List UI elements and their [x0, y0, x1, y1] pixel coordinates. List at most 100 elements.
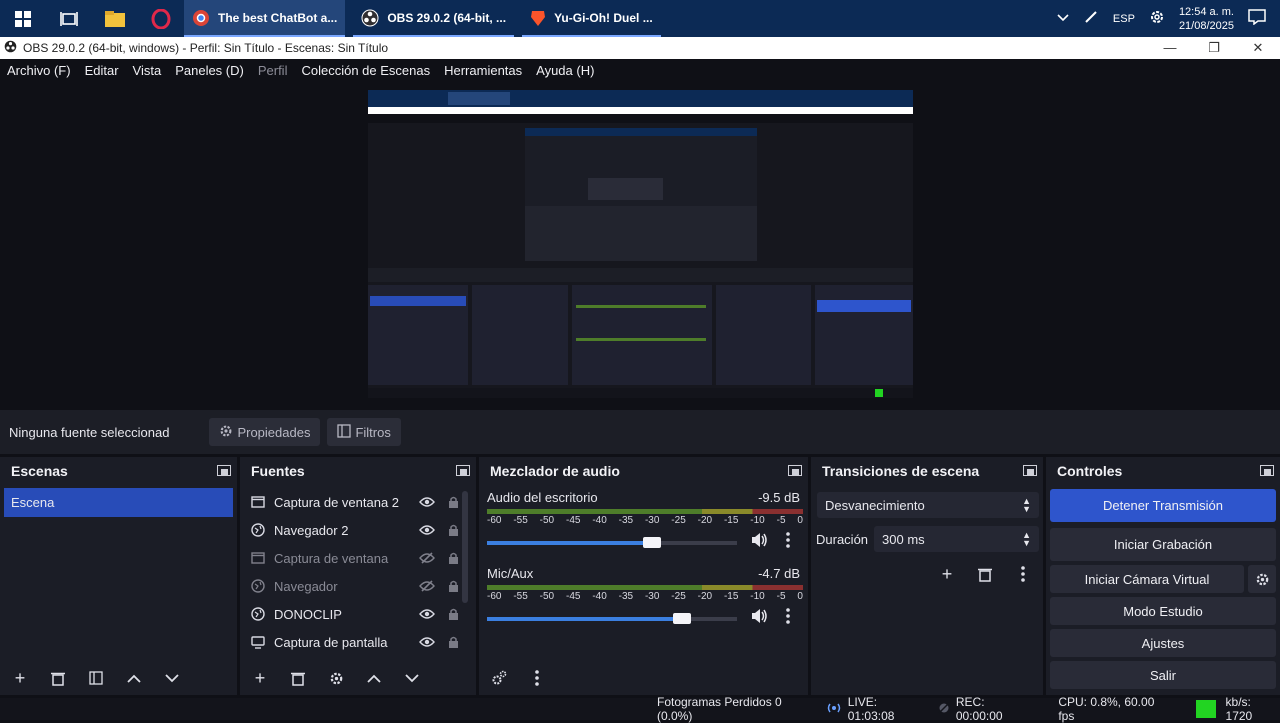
windows-start-icon[interactable] — [0, 0, 46, 37]
windows-taskbar: The best ChatBot a... OBS 29.0.2 (64-bit… — [0, 0, 1280, 37]
taskbar-task-chatbot[interactable]: The best ChatBot a... — [184, 0, 346, 37]
studio-mode-button[interactable]: Modo Estudio — [1050, 597, 1276, 625]
add-transition-button[interactable]: + — [933, 561, 961, 587]
display-capture-icon — [250, 635, 266, 649]
menu-editar[interactable]: Editar — [85, 63, 119, 78]
lock-icon[interactable] — [440, 636, 466, 649]
preview-canvas[interactable] — [368, 90, 913, 398]
spinner-icon[interactable]: ▲ ▼ — [1022, 531, 1031, 548]
undock-icon[interactable] — [1023, 465, 1037, 476]
meter-tick-label: -5 — [776, 515, 786, 526]
source-item-label: Navegador 2 — [274, 522, 349, 538]
undock-icon[interactable] — [217, 465, 231, 476]
menu-herramientas[interactable]: Herramientas — [444, 63, 522, 78]
source-item[interactable]: Captura de pantalla — [240, 628, 476, 656]
source-item[interactable]: DONOCLIP — [240, 600, 476, 628]
undock-icon[interactable] — [1260, 465, 1274, 476]
eye-hidden-icon[interactable] — [414, 552, 440, 564]
transition-menu-button[interactable] — [1009, 561, 1037, 587]
settings-button[interactable]: Ajustes — [1050, 629, 1276, 657]
file-explorer-icon[interactable] — [92, 0, 138, 37]
meter-tick-label: -55 — [513, 591, 528, 602]
eye-icon[interactable] — [414, 497, 440, 507]
transition-select[interactable]: Desvanecimiento ▲ ▼ — [817, 492, 1039, 518]
undock-icon[interactable] — [456, 465, 470, 476]
pen-icon[interactable] — [1083, 9, 1099, 28]
close-button[interactable]: ✕ — [1236, 37, 1280, 59]
kebab-icon[interactable] — [786, 532, 790, 551]
menu-paneles[interactable]: Paneles (D) — [175, 63, 244, 78]
volume-knob[interactable] — [643, 537, 661, 548]
eye-hidden-icon[interactable] — [414, 580, 440, 592]
taskbar-task-obs[interactable]: OBS 29.0.2 (64-bit, ... — [353, 0, 515, 37]
chevron-up-icon[interactable] — [1057, 13, 1069, 25]
speaker-icon[interactable] — [751, 609, 768, 626]
volume-slider[interactable] — [487, 613, 737, 624]
meter-tick-label: -55 — [513, 515, 528, 526]
volume-knob[interactable] — [673, 613, 691, 624]
menu-perfil[interactable]: Perfil — [258, 63, 288, 78]
move-source-up-button[interactable] — [360, 665, 388, 691]
taskbar-task-yugioh[interactable]: Yu-Gi-Oh! Duel ... — [522, 0, 661, 37]
source-item[interactable]: Captura de ventana — [240, 544, 476, 572]
remove-scene-button[interactable] — [44, 665, 72, 691]
lock-icon[interactable] — [440, 608, 466, 621]
maximize-button[interactable]: ❐ — [1192, 37, 1236, 59]
mixer-menu-button[interactable] — [523, 665, 551, 691]
advanced-audio-button[interactable] — [485, 665, 513, 691]
gear-icon[interactable] — [1149, 9, 1165, 28]
meter-tick-label: 0 — [797, 515, 803, 526]
eye-icon[interactable] — [414, 637, 440, 647]
volume-slider[interactable] — [487, 537, 737, 548]
stop-streaming-button[interactable]: Detener Transmisión — [1050, 489, 1276, 522]
add-source-button[interactable]: + — [246, 665, 274, 691]
kebab-icon[interactable] — [786, 608, 790, 627]
opera-icon[interactable] — [138, 0, 184, 37]
move-source-down-button[interactable] — [398, 665, 426, 691]
menu-coleccion-escenas[interactable]: Colección de Escenas — [301, 63, 430, 78]
volume-fill — [487, 617, 682, 621]
mixer-channel: Audio del escritorio -9.5 dB -60 -55 -50 -45-… — [479, 490, 808, 560]
meter-tick-label: -40 — [592, 515, 607, 526]
meter-tick-label: -20 — [697, 515, 713, 526]
filters-button[interactable]: Filtros — [327, 418, 401, 446]
scrollbar[interactable] — [462, 491, 468, 603]
eye-icon[interactable] — [414, 609, 440, 619]
undock-icon[interactable] — [788, 465, 802, 476]
filters-label: Filtros — [355, 424, 391, 440]
source-properties-button[interactable] — [322, 665, 350, 691]
window-title: OBS 29.0.2 (64-bit, windows) - Perfil: S… — [23, 41, 389, 55]
source-item[interactable]: Captura de ventana 2 — [240, 488, 476, 516]
move-scene-up-button[interactable] — [120, 665, 148, 691]
scene-item[interactable]: Escena — [4, 488, 233, 517]
scene-filters-button[interactable] — [82, 665, 110, 691]
language-indicator[interactable]: ESP — [1113, 13, 1135, 25]
remove-transition-button[interactable] — [971, 561, 999, 587]
menu-vista[interactable]: Vista — [133, 63, 162, 78]
source-item[interactable]: Navegador 2 — [240, 516, 476, 544]
eye-icon[interactable] — [414, 525, 440, 535]
source-item[interactable]: Navegador — [240, 572, 476, 600]
duration-spinbox[interactable]: 300 ms ▲ ▼ — [874, 526, 1039, 552]
duration-label: Duración — [816, 531, 869, 547]
notification-icon[interactable] — [1248, 9, 1266, 28]
minimize-button[interactable]: — — [1148, 37, 1192, 59]
remove-source-button[interactable] — [284, 665, 312, 691]
task-view-icon[interactable] — [46, 0, 92, 37]
filter-icon — [337, 423, 352, 441]
meter-tick-label: -20 — [697, 591, 713, 602]
exit-button[interactable]: Salir — [1050, 661, 1276, 689]
virtual-camera-settings-button[interactable] — [1248, 565, 1276, 593]
brave-icon — [531, 10, 546, 26]
start-virtual-camera-button[interactable]: Iniciar Cámara Virtual — [1050, 565, 1244, 593]
clock[interactable]: 12:54 a. m. 21/08/2025 — [1179, 5, 1234, 33]
move-scene-down-button[interactable] — [158, 665, 186, 691]
add-scene-button[interactable]: + — [6, 665, 34, 691]
properties-button[interactable]: Propiedades — [209, 418, 321, 446]
start-recording-button[interactable]: Iniciar Grabación — [1050, 528, 1276, 561]
transition-select-value: Desvanecimiento — [825, 497, 925, 513]
menu-ayuda[interactable]: Ayuda (H) — [536, 63, 594, 78]
menu-archivo[interactable]: Archivo (F) — [7, 63, 71, 78]
meter-tick-label: -25 — [671, 515, 686, 526]
speaker-icon[interactable] — [751, 533, 768, 550]
